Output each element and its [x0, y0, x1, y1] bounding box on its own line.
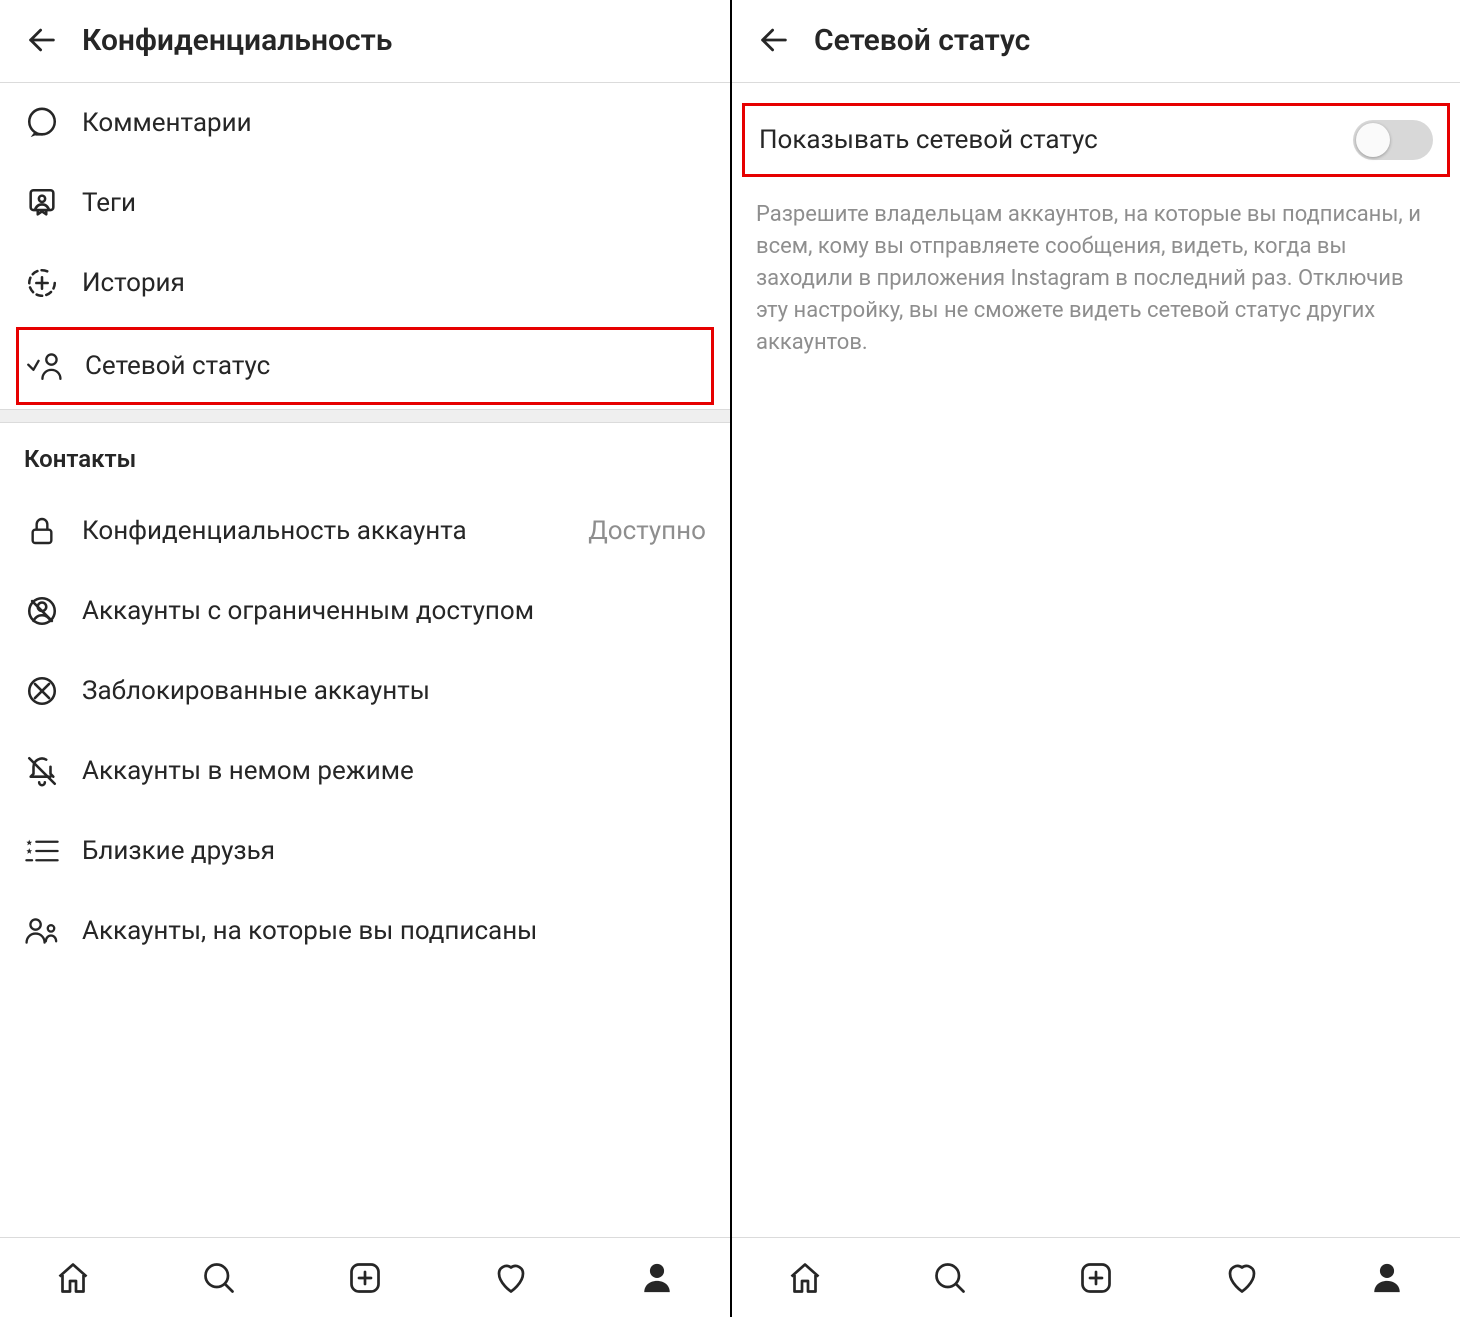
header: Конфиденциальность [0, 0, 730, 83]
nav-home[interactable] [783, 1256, 827, 1300]
row-label: Аккаунты в немом режиме [82, 756, 706, 786]
activity-status-icon [27, 348, 63, 384]
row-label: Конфиденциальность аккаунта [82, 516, 566, 546]
row-label: Близкие друзья [82, 836, 706, 866]
close-friends-icon [24, 833, 60, 869]
row-label: Аккаунты с ограниченным доступом [82, 596, 706, 626]
row-restricted[interactable]: Аккаунты с ограниченным доступом [0, 571, 730, 651]
story-icon [24, 265, 60, 301]
nav-search[interactable] [197, 1256, 241, 1300]
bottom-nav [0, 1237, 730, 1317]
row-label: Аккаунты, на которые вы подписаны [82, 916, 706, 946]
setting-description: Разрешите владельцам аккаунтов, на котор… [732, 177, 1460, 380]
section-title-contacts: Контакты [0, 423, 730, 491]
toggle-label: Показывать сетевой статус [759, 125, 1098, 155]
privacy-list: Комментарии Теги История Сетевой статус … [0, 83, 730, 1237]
blocked-icon [24, 673, 60, 709]
activity-status-content: Показывать сетевой статус Разрешите влад… [732, 83, 1460, 1237]
page-title: Сетевой статус [814, 23, 1030, 58]
show-activity-toggle[interactable] [1353, 120, 1433, 160]
nav-add[interactable] [1074, 1256, 1118, 1300]
row-muted[interactable]: Аккаунты в немом режиме [0, 731, 730, 811]
back-button[interactable] [20, 18, 64, 62]
tag-icon [24, 185, 60, 221]
nav-home[interactable] [51, 1256, 95, 1300]
row-blocked[interactable]: Заблокированные аккаунты [0, 651, 730, 731]
arrow-left-icon [25, 23, 59, 57]
nav-profile[interactable] [1365, 1256, 1409, 1300]
header: Сетевой статус [732, 0, 1460, 83]
highlight-toggle: Показывать сетевой статус [742, 103, 1450, 177]
nav-add[interactable] [343, 1256, 387, 1300]
bottom-nav [732, 1237, 1460, 1317]
lock-icon [24, 513, 60, 549]
muted-bell-icon [24, 753, 60, 789]
row-label: История [82, 268, 706, 298]
page-title: Конфиденциальность [82, 23, 392, 58]
row-label: Комментарии [82, 108, 706, 138]
row-label: Теги [82, 188, 706, 218]
arrow-left-icon [757, 23, 791, 57]
privacy-screen: Конфиденциальность Комментарии Теги Исто… [0, 0, 730, 1317]
nav-activity[interactable] [489, 1256, 533, 1300]
following-icon [24, 913, 60, 949]
row-label: Заблокированные аккаунты [82, 676, 706, 706]
row-label: Сетевой статус [85, 351, 703, 381]
row-close-friends[interactable]: Близкие друзья [0, 811, 730, 891]
toggle-knob [1356, 123, 1390, 157]
row-network-status[interactable]: Сетевой статус [19, 330, 711, 402]
row-account-privacy[interactable]: Конфиденциальность аккаунта Доступно [0, 491, 730, 571]
nav-activity[interactable] [1220, 1256, 1264, 1300]
row-following[interactable]: Аккаунты, на которые вы подписаны [0, 891, 730, 971]
row-trailing: Доступно [588, 516, 706, 546]
nav-search[interactable] [928, 1256, 972, 1300]
activity-status-screen: Сетевой статус Показывать сетевой статус… [730, 0, 1460, 1317]
row-story[interactable]: История [0, 243, 730, 323]
row-comments[interactable]: Комментарии [0, 83, 730, 163]
comment-icon [24, 105, 60, 141]
restricted-icon [24, 593, 60, 629]
back-button[interactable] [752, 18, 796, 62]
row-tags[interactable]: Теги [0, 163, 730, 243]
section-divider [0, 409, 730, 423]
highlight-network-status: Сетевой статус [16, 327, 714, 405]
nav-profile[interactable] [635, 1256, 679, 1300]
